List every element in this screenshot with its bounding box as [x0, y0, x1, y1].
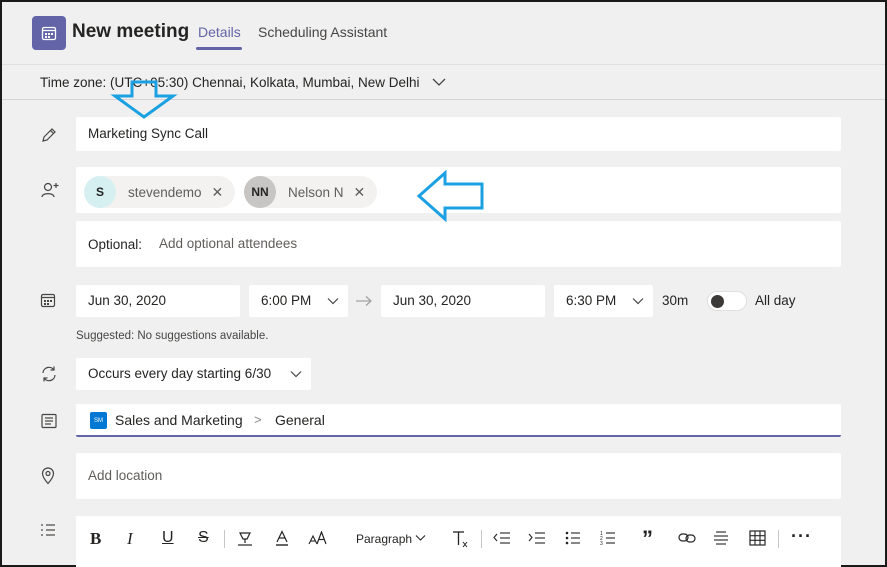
- quote-icon[interactable]: ”: [642, 526, 653, 552]
- recurrence-value: Occurs every day starting 6/30: [88, 366, 272, 381]
- annotation-arrow-down-icon: [110, 80, 178, 119]
- attendee-name: stevendemo: [128, 184, 202, 200]
- link-icon[interactable]: [678, 532, 696, 544]
- toolbar-separator: [481, 530, 482, 548]
- meeting-title-value: Marketing Sync Call: [88, 126, 209, 141]
- optional-attendees-input[interactable]: Optional: Add optional attendees: [76, 221, 841, 267]
- chevron-down-icon[interactable]: [290, 370, 302, 378]
- recurrence-select[interactable]: Occurs every day starting 6/30: [76, 358, 311, 390]
- suggestions-text: Suggested: No suggestions available.: [76, 330, 269, 342]
- remove-attendee-icon[interactable]: ✕: [354, 184, 366, 201]
- tab-details[interactable]: Details: [198, 24, 241, 40]
- channel-name: General: [275, 412, 325, 428]
- start-date-input[interactable]: Jun 30, 2020: [76, 285, 240, 317]
- avatar: NN: [244, 176, 276, 208]
- end-date-input[interactable]: Jun 30, 2020: [381, 285, 545, 317]
- calendar-app-icon: [32, 16, 66, 50]
- underline-icon[interactable]: U: [162, 529, 174, 547]
- horizontal-rule-icon[interactable]: [713, 530, 729, 546]
- location-placeholder: Add location: [88, 468, 163, 483]
- add-person-icon: [41, 182, 59, 198]
- avatar: S: [84, 176, 116, 208]
- details-list-icon: [41, 524, 55, 536]
- table-icon[interactable]: [749, 530, 766, 546]
- active-tab-indicator: [196, 47, 242, 50]
- start-time-select[interactable]: 6:00 PM: [249, 285, 348, 317]
- all-day-label: All day: [755, 293, 796, 308]
- attendee-chip[interactable]: S stevendemo ✕: [84, 176, 235, 208]
- paragraph-style-select[interactable]: Paragraph: [356, 532, 412, 546]
- tab-scheduling-assistant[interactable]: Scheduling Assistant: [258, 24, 387, 40]
- decrease-indent-icon[interactable]: [493, 531, 511, 545]
- increase-indent-icon[interactable]: [528, 531, 546, 545]
- meeting-header: New meeting Details Scheduling Assistant: [2, 2, 885, 64]
- end-time-value: 6:30 PM: [566, 293, 617, 308]
- clear-formatting-icon[interactable]: [451, 530, 469, 548]
- toolbar-separator: [224, 530, 225, 548]
- optional-label: Optional:: [88, 237, 143, 252]
- channel-picker[interactable]: SM Sales and Marketing > General: [76, 404, 841, 437]
- start-time-value: 6:00 PM: [261, 293, 312, 308]
- location-pin-icon: [41, 467, 55, 485]
- breadcrumb-separator: >: [254, 412, 262, 427]
- chevron-down-icon[interactable]: [432, 77, 446, 87]
- numbered-list-icon[interactable]: 1 2 3: [600, 530, 616, 546]
- remove-attendee-icon[interactable]: ✕: [212, 184, 224, 201]
- start-date-value: Jun 30, 2020: [88, 293, 167, 308]
- team-name: Sales and Marketing: [115, 412, 243, 428]
- end-time-select[interactable]: 6:30 PM: [554, 285, 653, 317]
- team-avatar: SM: [90, 412, 107, 429]
- arrow-right-icon: [356, 296, 372, 306]
- toggle-knob: [711, 295, 724, 308]
- chevron-down-icon[interactable]: [415, 534, 426, 542]
- page-title: New meeting: [72, 21, 190, 42]
- italic-icon[interactable]: I: [127, 529, 133, 549]
- bold-icon[interactable]: B: [90, 529, 101, 549]
- timezone-label: Time zone: (UTC+05:30) Chennai, Kolkata,…: [40, 75, 420, 90]
- more-options-icon[interactable]: ···: [791, 526, 812, 547]
- chevron-down-icon[interactable]: [327, 297, 339, 305]
- pencil-icon: [42, 128, 56, 142]
- meeting-title-input[interactable]: Marketing Sync Call: [76, 117, 841, 151]
- svg-text:3: 3: [600, 541, 603, 546]
- chevron-down-icon[interactable]: [632, 297, 644, 305]
- font-size-icon[interactable]: [308, 531, 328, 545]
- all-day-toggle[interactable]: [707, 291, 747, 311]
- attendee-chip[interactable]: NN Nelson N ✕: [244, 176, 377, 208]
- repeat-icon: [42, 366, 56, 382]
- bullet-list-icon[interactable]: [565, 531, 581, 545]
- calendar-icon: [40, 293, 56, 308]
- toolbar-separator: [778, 530, 779, 548]
- strikethrough-icon[interactable]: S: [198, 529, 209, 547]
- annotation-arrow-left-icon: [416, 170, 484, 223]
- channel-icon: [41, 413, 57, 429]
- optional-attendees-placeholder: Add optional attendees: [159, 236, 298, 251]
- font-color-icon[interactable]: [274, 530, 290, 546]
- highlight-icon[interactable]: [236, 530, 254, 546]
- end-date-value: Jun 30, 2020: [393, 293, 472, 308]
- attendee-name: Nelson N: [288, 184, 344, 200]
- duration-label: 30m: [662, 293, 689, 308]
- location-input[interactable]: Add location: [76, 453, 841, 499]
